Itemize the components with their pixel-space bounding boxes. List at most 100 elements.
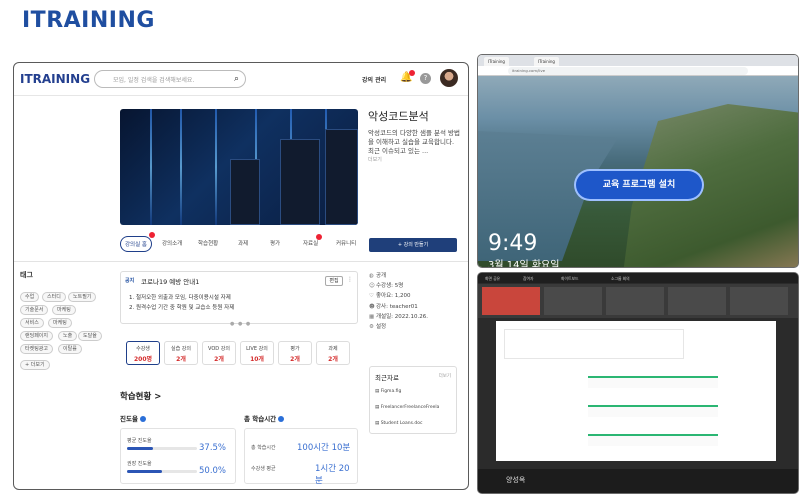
lock-clock: 9:49 [488,231,538,256]
info-icon[interactable] [278,416,285,422]
course-hero-image [120,109,358,225]
gear-icon[interactable]: ⚙ [369,322,376,332]
notice-title[interactable]: 코로나19 예방 안내1 [141,276,199,286]
search-input[interactable]: 모임, 일정 검색을 검색해보세요. ⌕ [94,70,246,88]
meeting-tab[interactable]: 화이트보드 [558,275,581,283]
teacher: 강사: teacher01 [376,303,418,310]
tag-chip[interactable]: 노트필기 [68,292,97,302]
meeting-controls: 양성옥 [478,469,798,493]
heart-icon: ♡ [369,293,374,300]
notification-badge [409,70,416,76]
file-item[interactable]: ▤ FreelancerFreelanceFreela [375,405,439,410]
notice-badge: 공지 [125,278,135,284]
learning-status-heading[interactable]: 학습현황 > [120,390,161,402]
tab-course-intro[interactable]: 강의소개 [162,239,182,247]
participant-video[interactable] [544,287,602,315]
tag-chip[interactable]: 노출 [58,331,78,341]
tag-chip[interactable]: 마케팅 [52,305,76,315]
tag-chip[interactable]: 랜딩페이지 [20,331,54,341]
description-more-link[interactable]: 더보기 [368,156,382,163]
notice-body: 1. 철저오한 외출과 모임, 다중이용시설 자제 2. 원격수업 기간 중 학… [129,293,349,313]
avg-time-label: 수강생 평균 [251,466,276,472]
main-app-window: ITRAINING 모임, 일정 검색을 검색해보세요. ⌕ 강의 관리 🔔 ?… [13,62,469,490]
stat-practice[interactable]: 실습 강의 2개 [164,341,198,365]
tab-evaluation[interactable]: 평가 [270,239,280,247]
stat-live[interactable]: LIVE 강의 10개 [240,341,274,365]
tab-badge [316,234,323,240]
meeting-tab[interactable]: 참여자 [520,275,536,283]
browser-tab[interactable]: ITraining [534,57,559,66]
notice-edit-button[interactable]: 편집 [325,276,343,286]
tab-community[interactable]: 커뮤니티 [336,239,356,247]
avg-time-value: 1시간 20분 [315,464,350,486]
tab-assignment[interactable]: 과제 [238,239,248,247]
info-icon[interactable] [139,416,146,422]
tag-chip[interactable]: 스터디 [42,292,66,302]
manage-course-link[interactable]: 강의 관리 [362,75,386,84]
tag-chip[interactable]: 마케팅 [48,318,72,328]
bell-icon[interactable]: 🔔 [400,70,416,83]
course-info: ◍ 공개 ☺수강생: 5명 ♡ 좋아요: 1,200 ☻강사: teacher01 … [369,271,428,332]
total-time-label: 총 학습시간 [251,445,276,451]
visibility: 공개 [376,273,387,279]
more-icon[interactable]: ⋮ [347,276,353,283]
participant-video[interactable] [482,287,540,315]
create-course-button[interactable]: + 강의 만들기 [369,238,457,252]
settings-link[interactable]: 설정 [376,324,386,330]
avg-progress-value: 37.5% [199,443,227,453]
app-logo[interactable]: ITRAINING [20,72,90,86]
stat-vod[interactable]: VOD 강의 2개 [202,341,236,365]
users-icon: ☺ [369,283,375,290]
progress-rate-title: 진도율 [120,413,146,423]
open-date: 개설일: 2022.10.26. [376,313,429,320]
total-time-value: 100시간 10분 [297,443,351,453]
participant-strip [478,284,798,318]
stat-students[interactable]: 수강생 200명 [126,341,160,365]
file-item[interactable]: ▤ Student Loans.doc [375,421,422,426]
stat-assignment[interactable]: 과제 2개 [316,341,350,365]
carousel-dots[interactable]: ● ● ● [230,321,251,327]
progress-rate-card: 평균 진도율 37.5% 권장 진도율 50.0% [120,428,236,484]
tab-resources[interactable]: 자료실 [303,234,323,247]
participant-video[interactable] [668,287,726,315]
desktop-wallpaper: 교육 프로그램 설치 9:49 3월 14일 화요일 [478,76,798,268]
tag-chip[interactable]: 수업 [20,292,40,302]
url-field[interactable]: itraining.com/live [508,67,748,75]
tag-chip[interactable]: 서비스 [20,318,44,328]
meeting-window: 화면 공유 참여자 화이트보드 소그룹 회의 양성옥 [477,272,799,494]
rec-progress-value: 50.0% [199,466,227,476]
recent-files-more[interactable]: 더보기 [439,373,451,379]
lock-date: 3월 14일 화요일 [488,260,560,268]
search-placeholder: 모임, 일정 검색을 검색해보세요. [113,77,195,84]
study-time-title: 총 학습시간 [244,413,285,423]
avg-progress-bar [127,447,197,450]
search-icon[interactable]: ⌕ [234,74,239,84]
divider [14,261,468,262]
browser-tab[interactable]: ITraining [484,57,509,66]
meeting-tab[interactable]: 소그룹 회의 [608,275,633,283]
tag-chip[interactable]: 기술문서 [20,305,49,315]
tab-badge [149,232,155,238]
address-bar[interactable]: itraining.com/live [478,66,798,76]
tag-chip[interactable]: 이탈률 [58,344,82,354]
help-icon[interactable]: ? [420,73,431,84]
avg-progress-label: 평균 진도율 [127,438,152,444]
avatar[interactable] [440,69,458,87]
course-tabs: 강의실 홈 강의소개 학습현황 과제 평가 자료실 커뮤니티 [120,232,360,255]
browser-tab-strip: ITraining ITraining [478,55,798,66]
tags-more-button[interactable]: + 더보기 [20,360,50,370]
notice-line: 1. 철저오한 외출과 모임, 다중이용시설 자제 [129,295,231,301]
file-item[interactable]: ▤ Figma.fig [375,389,401,394]
tab-learning-status[interactable]: 학습현황 [198,239,218,247]
install-program-button[interactable]: 교육 프로그램 설치 [576,171,702,199]
stat-evaluation[interactable]: 평가 2개 [278,341,312,365]
student-count: 수강생: 5명 [376,283,404,290]
meeting-tab[interactable]: 화면 공유 [482,275,503,283]
tag-chip[interactable]: 도달율 [78,331,102,341]
tag-chip[interactable]: 타켓팅광고 [20,344,54,354]
meeting-tabs: 화면 공유 참여자 화이트보드 소그룹 회의 [478,273,798,283]
tab-classroom-home[interactable]: 강의실 홈 [120,232,155,252]
calendar-icon: ▦ [369,313,375,320]
participant-video[interactable] [606,287,664,315]
participant-video[interactable] [730,287,788,315]
